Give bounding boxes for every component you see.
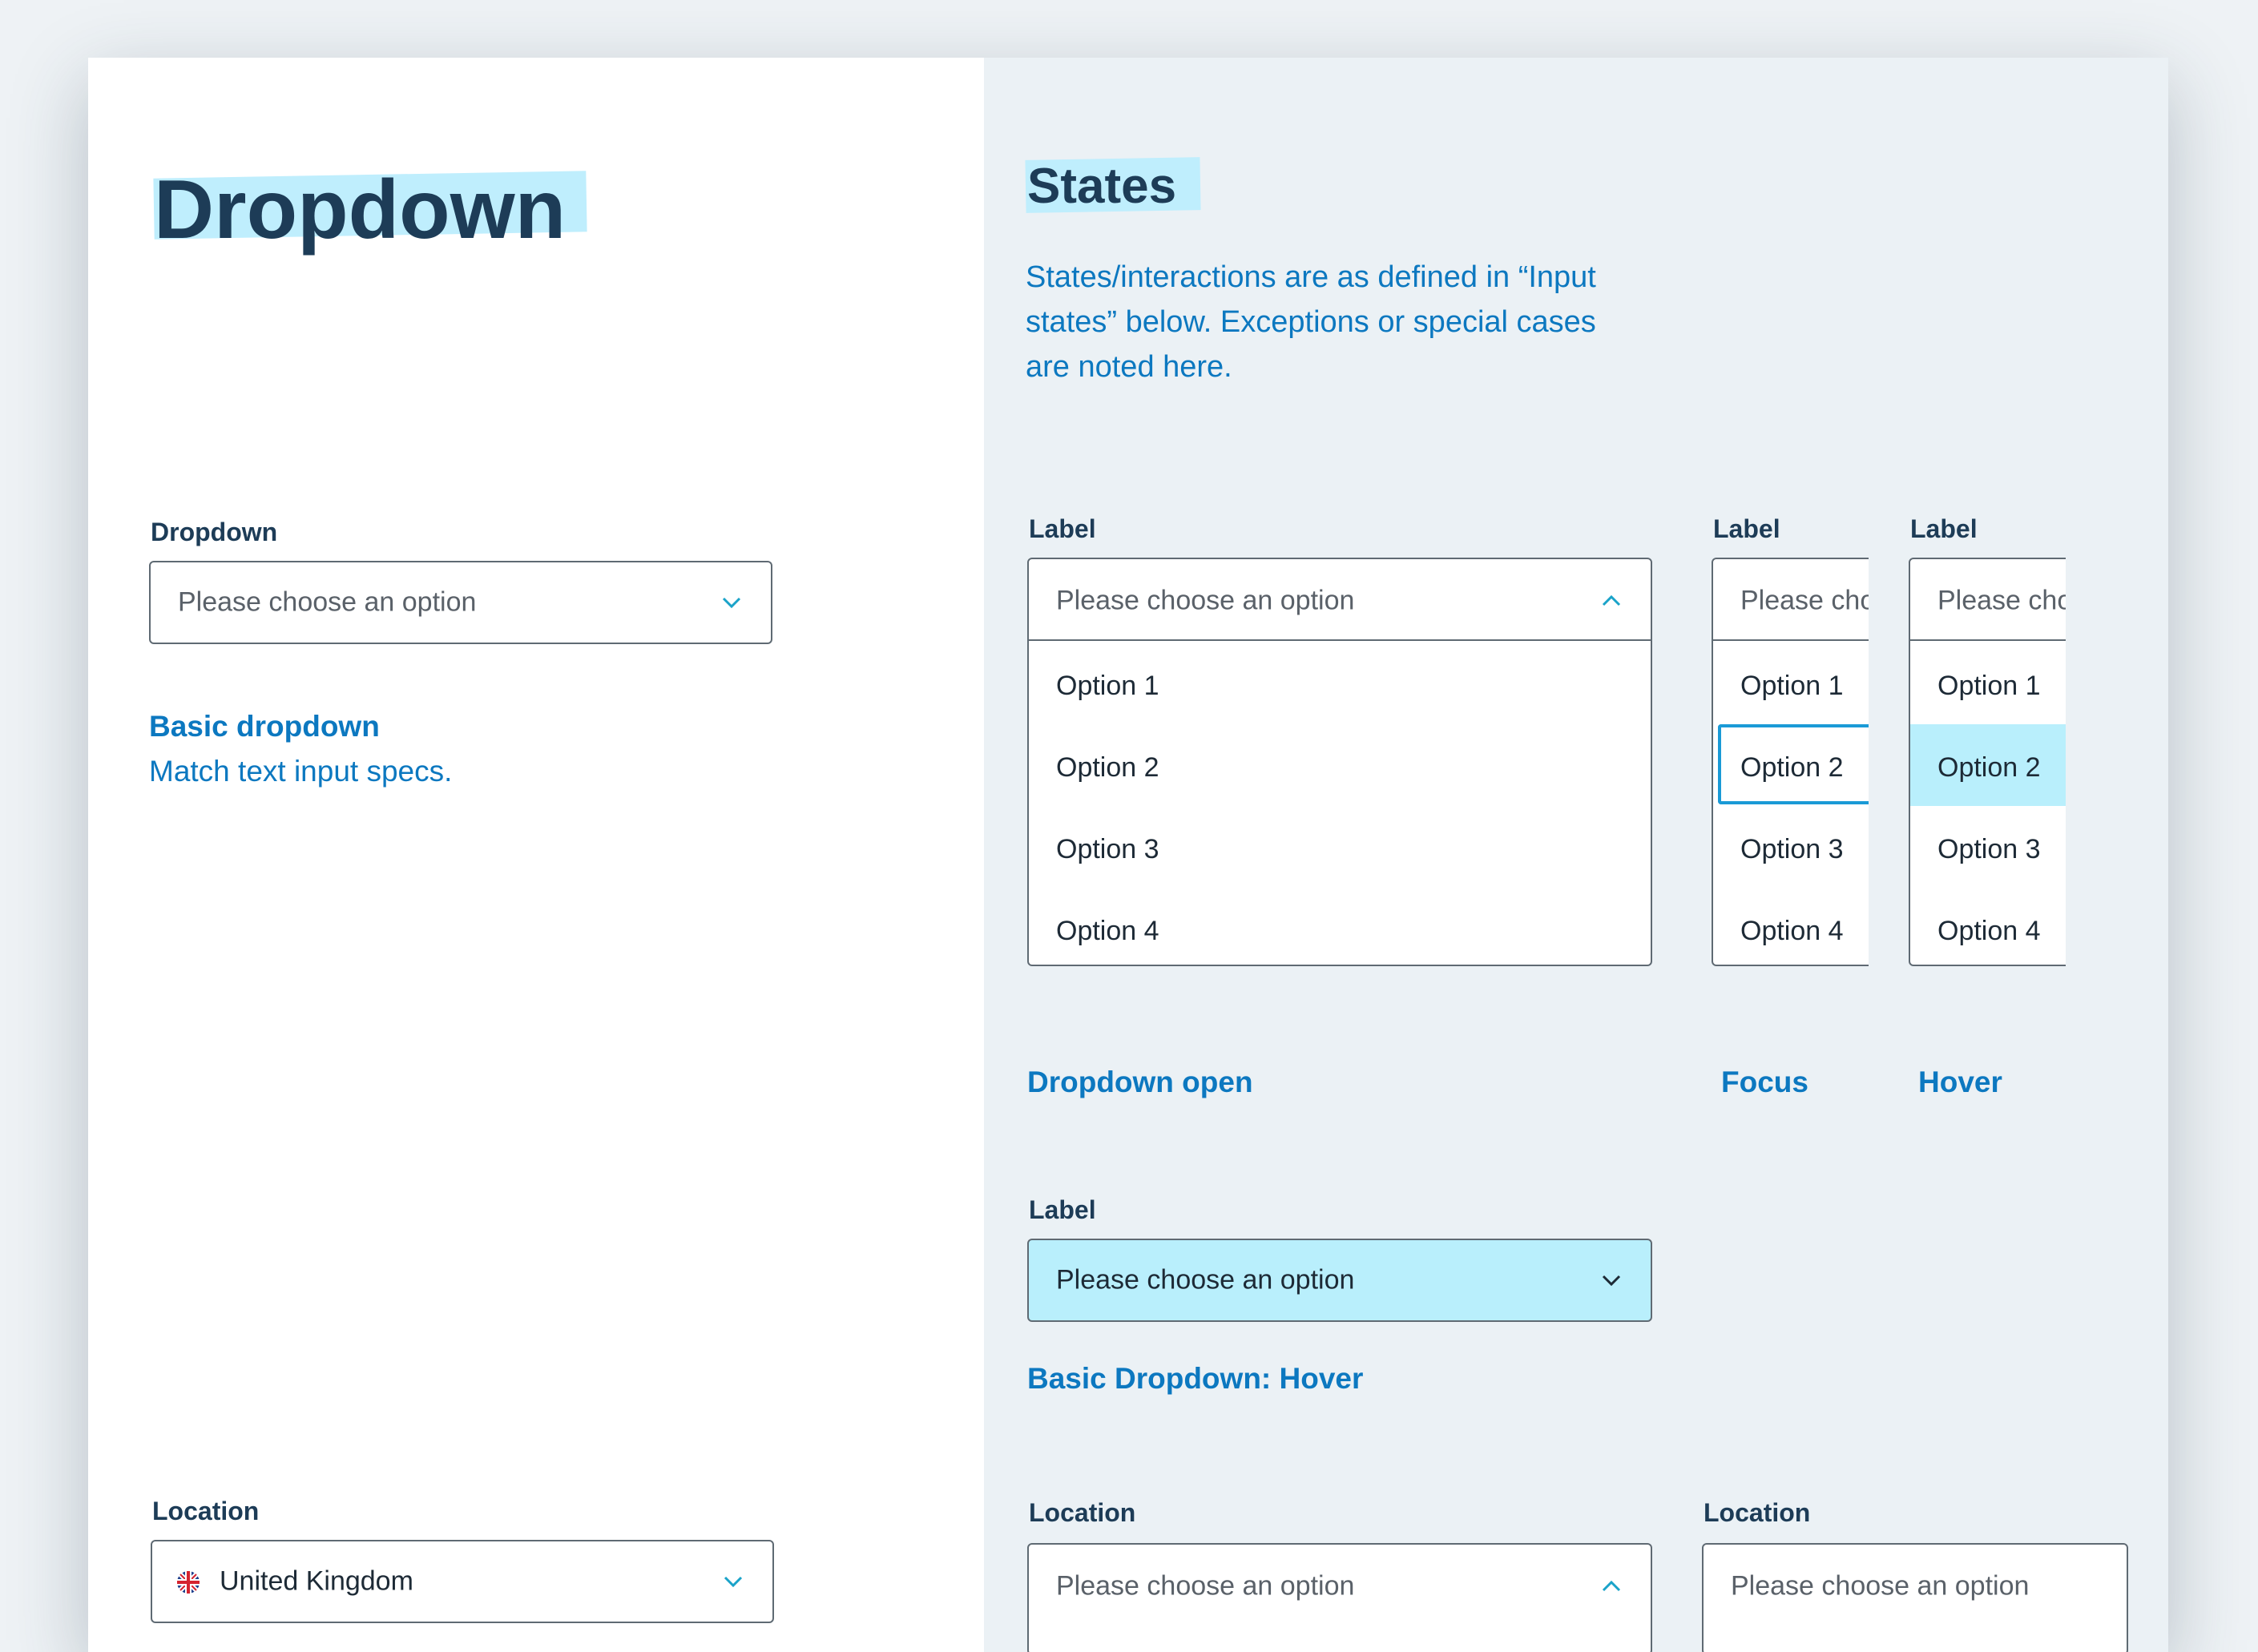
chevron-down-icon [722,597,741,609]
open-dropdown[interactable]: Please choose an option Option 1 Option … [1027,558,1652,966]
states-description-line1: States/interactions are as defined in “I… [1026,260,1596,294]
hover-basic-caption: Basic Dropdown: Hover [1027,1362,1364,1395]
option-2[interactable]: Option 2 [1056,727,1159,808]
option-3[interactable]: Option 3 [1937,809,2041,889]
dropdown-divider [1910,639,2066,641]
basic-dropdown-label: Dropdown [151,518,278,546]
option-2-hovered[interactable]: Option 2 [1937,727,2041,808]
spec-card: Dropdown Dropdown Please choose an optio… [88,58,2168,1652]
dropdown-divider [1713,639,1869,641]
option-1[interactable]: Option 1 [1740,646,1844,726]
basic-dropdown-caption-text: Match text input specs. [149,755,453,788]
location-right-placeholder: Please choose an option [1731,1570,2030,1602]
hover-basic-placeholder: Please choose an option [1056,1264,1355,1295]
states-title: States [1027,159,1177,214]
hover-dropdown-placeholder: Please cho [1937,585,2066,616]
page-title: Dropdown [154,163,567,256]
option-4[interactable]: Option 4 [1937,891,2041,968]
hover-basic-dropdown[interactable]: Please choose an option [1027,1239,1652,1322]
option-4[interactable]: Option 4 [1740,891,1844,968]
hover-caption: Hover [1918,1066,2002,1098]
open-dropdown-label: Label [1029,514,1096,543]
location-mid-dropdown[interactable]: Please choose an option [1027,1543,1652,1652]
focus-dropdown[interactable]: Please cho Option 1 Option 2 Option 3 Op… [1712,558,1869,966]
option-3[interactable]: Option 3 [1056,809,1159,889]
location-right-dropdown[interactable]: Please choose an option [1702,1543,2128,1652]
hover-basic-label: Label [1029,1195,1096,1224]
option-3[interactable]: Option 3 [1740,809,1844,889]
left-panel: Dropdown Dropdown Please choose an optio… [88,58,984,1652]
location-mid-placeholder: Please choose an option [1056,1570,1355,1602]
states-description-line3: are noted here. [1026,350,1232,384]
location-left-label: Location [152,1497,260,1525]
basic-dropdown-placeholder: Please choose an option [178,586,477,618]
right-panel: States States/interactions are as define… [984,58,2168,1652]
hover-dropdown[interactable]: Please cho Option 1 Option 2 Option 3 Op… [1909,558,2066,966]
uk-flag-icon [177,1571,200,1594]
focus-caption: Focus [1721,1066,1808,1098]
dropdown-open-caption: Dropdown open [1027,1066,1253,1098]
option-1[interactable]: Option 1 [1056,646,1159,726]
option-1[interactable]: Option 1 [1937,646,2041,726]
option-4[interactable]: Option 4 [1056,891,1159,971]
focus-dropdown-label: Label [1713,514,1780,543]
basic-dropdown-caption-title: Basic dropdown [149,710,380,743]
open-dropdown-placeholder: Please choose an option [1056,585,1355,616]
focus-dropdown-crop: Please cho Option 1 Option 2 Option 3 Op… [1712,558,1869,968]
chevron-down-icon [724,1576,743,1588]
location-right-label: Location [1704,1498,1811,1527]
location-dropdown[interactable]: United Kingdom [151,1540,774,1623]
focus-dropdown-placeholder: Please cho [1740,585,1869,616]
location-mid-label: Location [1029,1498,1136,1527]
chevron-up-icon[interactable] [1601,594,1622,607]
chevron-down-icon [1602,1275,1621,1287]
dropdown-divider [1029,639,1651,641]
location-value: United Kingdom [220,1565,413,1597]
hover-dropdown-crop: Please cho Option 1 Option 2 Option 3 Op… [1909,558,2066,968]
hover-dropdown-label: Label [1910,514,1978,543]
states-description-line2: states” below. Exceptions or special cas… [1026,305,1596,339]
option-2-focused[interactable]: Option 2 [1740,727,1844,808]
chevron-up-icon[interactable] [1601,1580,1622,1593]
basic-dropdown[interactable]: Please choose an option [149,561,772,644]
